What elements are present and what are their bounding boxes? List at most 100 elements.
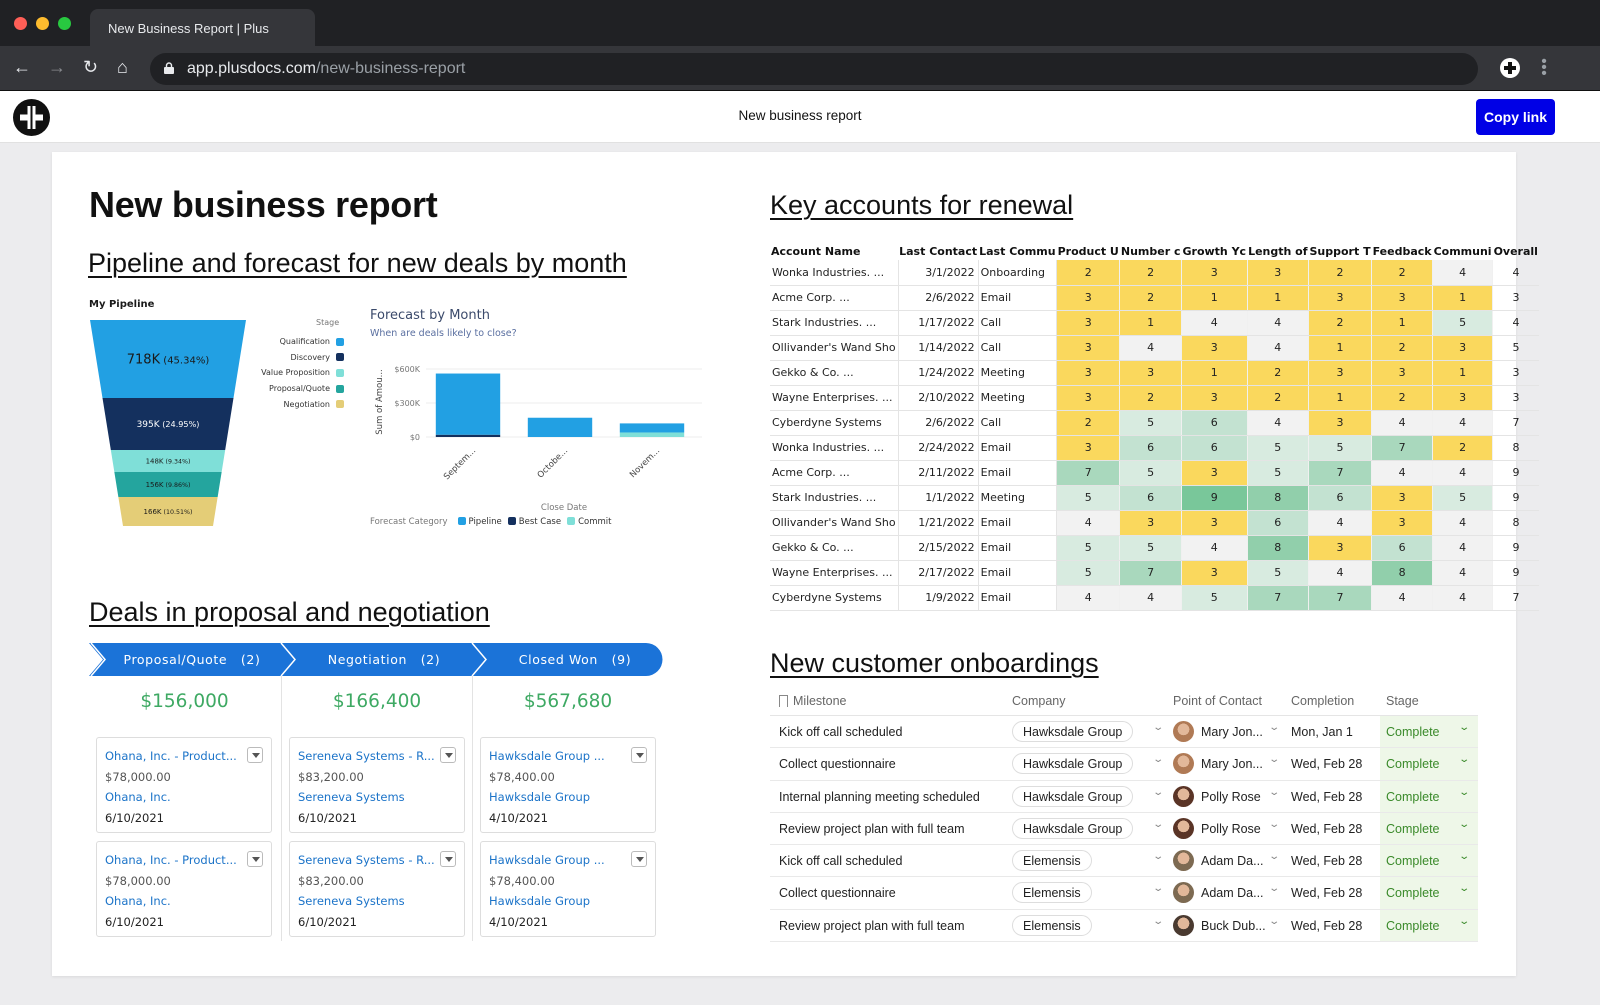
stage-dropdown-icon[interactable]: ⌄ xyxy=(1458,819,1470,830)
deal-card[interactable]: Ohana, Inc. - Product... $78,000.00 Ohana,… xyxy=(96,737,272,833)
contact-dropdown-icon[interactable]: ⌄ xyxy=(1268,722,1280,733)
completion-date[interactable]: Wed, Feb 28 xyxy=(1291,790,1362,804)
column-header[interactable]: Last Contact xyxy=(898,242,978,260)
stage-cell[interactable]: Complete ⌄ xyxy=(1380,748,1478,780)
deal-company-link[interactable]: Ohana, Inc. xyxy=(105,891,271,912)
contact-dropdown-icon[interactable]: ⌄ xyxy=(1268,819,1280,830)
company-header[interactable]: Company xyxy=(1012,694,1066,708)
card-menu-dropdown-button[interactable] xyxy=(247,747,263,763)
column-header[interactable]: Product U xyxy=(1057,242,1120,260)
contact-name[interactable]: Polly Rose xyxy=(1201,790,1261,804)
company-tag[interactable]: Elemensis xyxy=(1012,914,1092,936)
company-dropdown-icon[interactable]: ⌄ xyxy=(1152,851,1164,862)
completion-date[interactable]: Mon, Jan 1 xyxy=(1291,725,1353,739)
company-tag[interactable]: Hawksdale Group xyxy=(1012,721,1134,742)
completion-date[interactable]: Wed, Feb 28 xyxy=(1291,919,1362,933)
contact-dropdown-icon[interactable]: ⌄ xyxy=(1268,883,1280,894)
column-header[interactable]: Last Commu xyxy=(978,242,1056,260)
stage-cell[interactable]: Complete ⌄ xyxy=(1380,877,1478,909)
company-dropdown-icon[interactable]: ⌄ xyxy=(1152,883,1164,894)
deal-company-link[interactable]: Sereneva Systems xyxy=(298,787,464,808)
stage-dropdown-icon[interactable]: ⌄ xyxy=(1458,787,1470,798)
company-dropdown-icon[interactable]: ⌄ xyxy=(1152,916,1164,927)
deal-card[interactable]: Ohana, Inc. - Product... $78,000.00 Ohana,… xyxy=(96,841,272,937)
card-menu-dropdown-button[interactable] xyxy=(440,851,456,867)
deal-company-link[interactable]: Hawksdale Group xyxy=(489,891,655,912)
deal-card[interactable]: Sereneva Systems - R... $83,200.00 Serenev… xyxy=(289,737,465,833)
column-header[interactable]: Communi xyxy=(1433,242,1493,260)
company-tag[interactable]: Elemensis xyxy=(1012,882,1092,904)
deal-card[interactable]: Hawksdale Group ... $78,400.00 Hawksdale G… xyxy=(480,841,656,937)
card-menu-dropdown-button[interactable] xyxy=(631,747,647,763)
contact-dropdown-icon[interactable]: ⌄ xyxy=(1268,851,1280,862)
contact-dropdown-icon[interactable]: ⌄ xyxy=(1268,754,1280,765)
company-tag[interactable]: Hawksdale Group xyxy=(1012,785,1134,807)
forward-icon[interactable]: → xyxy=(48,57,66,77)
minimize-window-button[interactable] xyxy=(36,17,49,30)
milestone-cell[interactable]: Kick off call scheduled xyxy=(779,725,902,739)
stage-cell[interactable]: Complete ⌄ xyxy=(1380,780,1478,812)
stage-cell[interactable]: Complete ⌄ xyxy=(1380,812,1478,845)
contact-dropdown-icon[interactable]: ⌄ xyxy=(1268,916,1280,927)
path-step-closed-won[interactable]: Closed Won (9) xyxy=(486,652,664,667)
milestone-cell[interactable]: Review project plan with full team xyxy=(779,919,965,933)
company-dropdown-icon[interactable]: ⌄ xyxy=(1152,819,1164,830)
company-tag[interactable]: Hawksdale Group xyxy=(1012,817,1134,839)
browser-tab[interactable]: New Business Report | Plus xyxy=(90,9,315,46)
path-step-negotiation[interactable]: Negotiation (2) xyxy=(295,652,473,667)
milestone-cell[interactable]: Internal planning meeting scheduled xyxy=(779,790,980,804)
column-header[interactable]: Account Name xyxy=(770,242,898,260)
contact-dropdown-icon[interactable]: ⌄ xyxy=(1268,787,1280,798)
stage-cell[interactable]: Complete ⌄ xyxy=(1380,845,1478,877)
stage-dropdown-icon[interactable]: ⌄ xyxy=(1458,851,1470,862)
contact-name[interactable]: Adam Da... xyxy=(1201,854,1264,868)
milestone-cell[interactable]: Collect questionnaire xyxy=(779,886,896,900)
company-tag[interactable]: Hawksdale Group xyxy=(1012,753,1134,775)
card-menu-dropdown-button[interactable] xyxy=(440,747,456,763)
copy-link-button[interactable]: Copy link xyxy=(1476,99,1555,135)
deal-company-link[interactable]: Hawksdale Group xyxy=(489,787,655,808)
completion-date[interactable]: Wed, Feb 28 xyxy=(1291,886,1362,900)
completion-date[interactable]: Wed, Feb 28 xyxy=(1291,822,1362,836)
stage-cell[interactable]: Complete ⌄ xyxy=(1380,716,1478,748)
company-dropdown-icon[interactable]: ⌄ xyxy=(1152,722,1164,733)
close-window-button[interactable] xyxy=(14,17,27,30)
milestone-cell[interactable]: Review project plan with full team xyxy=(779,822,965,836)
stage-dropdown-icon[interactable]: ⌄ xyxy=(1458,722,1470,733)
contact-name[interactable]: Buck Dub... xyxy=(1201,919,1266,933)
browser-menu-icon[interactable]: • • • xyxy=(1541,54,1547,82)
column-header[interactable]: Growth Yc xyxy=(1181,242,1247,260)
completion-date[interactable]: Wed, Feb 28 xyxy=(1291,757,1362,771)
address-bar[interactable]: app.plusdocs.com/new-business-report xyxy=(150,53,1478,85)
column-header[interactable]: Support T xyxy=(1309,242,1372,260)
card-menu-dropdown-button[interactable] xyxy=(631,851,647,867)
maximize-window-button[interactable] xyxy=(58,17,71,30)
milestone-cell[interactable]: Kick off call scheduled xyxy=(779,854,902,868)
milestone-header[interactable]: Milestone xyxy=(779,694,847,708)
card-menu-dropdown-button[interactable] xyxy=(247,851,263,867)
stage-dropdown-icon[interactable]: ⌄ xyxy=(1458,916,1470,927)
plus-extension-icon[interactable] xyxy=(1500,58,1520,78)
deal-company-link[interactable]: Sereneva Systems xyxy=(298,891,464,912)
column-header[interactable]: Number c xyxy=(1120,242,1182,260)
milestone-cell[interactable]: Collect questionnaire xyxy=(779,757,896,771)
company-dropdown-icon[interactable]: ⌄ xyxy=(1152,754,1164,765)
contact-name[interactable]: Mary Jon... xyxy=(1201,725,1263,739)
path-step-proposal-quote[interactable]: Proposal/Quote (2) xyxy=(103,652,281,667)
completion-header[interactable]: Completion xyxy=(1291,694,1354,708)
stage-dropdown-icon[interactable]: ⌄ xyxy=(1458,883,1470,894)
stage-cell[interactable]: Complete ⌄ xyxy=(1380,909,1478,942)
contact-name[interactable]: Adam Da... xyxy=(1201,886,1264,900)
stage-dropdown-icon[interactable]: ⌄ xyxy=(1458,754,1470,765)
company-tag[interactable]: Elemensis xyxy=(1012,850,1092,872)
back-icon[interactable]: ← xyxy=(13,57,31,77)
deal-card[interactable]: Hawksdale Group ... $78,400.00 Hawksdale G… xyxy=(480,737,656,833)
column-header[interactable]: Feedback xyxy=(1372,242,1433,260)
deal-company-link[interactable]: Ohana, Inc. xyxy=(105,787,271,808)
reload-icon[interactable]: ↻ xyxy=(83,57,98,77)
column-header[interactable]: Overall xyxy=(1493,242,1539,260)
completion-date[interactable]: Wed, Feb 28 xyxy=(1291,854,1362,868)
home-icon[interactable]: ⌂ xyxy=(117,57,128,77)
contact-header[interactable]: Point of Contact xyxy=(1173,694,1262,708)
column-header[interactable]: Length of xyxy=(1247,242,1308,260)
